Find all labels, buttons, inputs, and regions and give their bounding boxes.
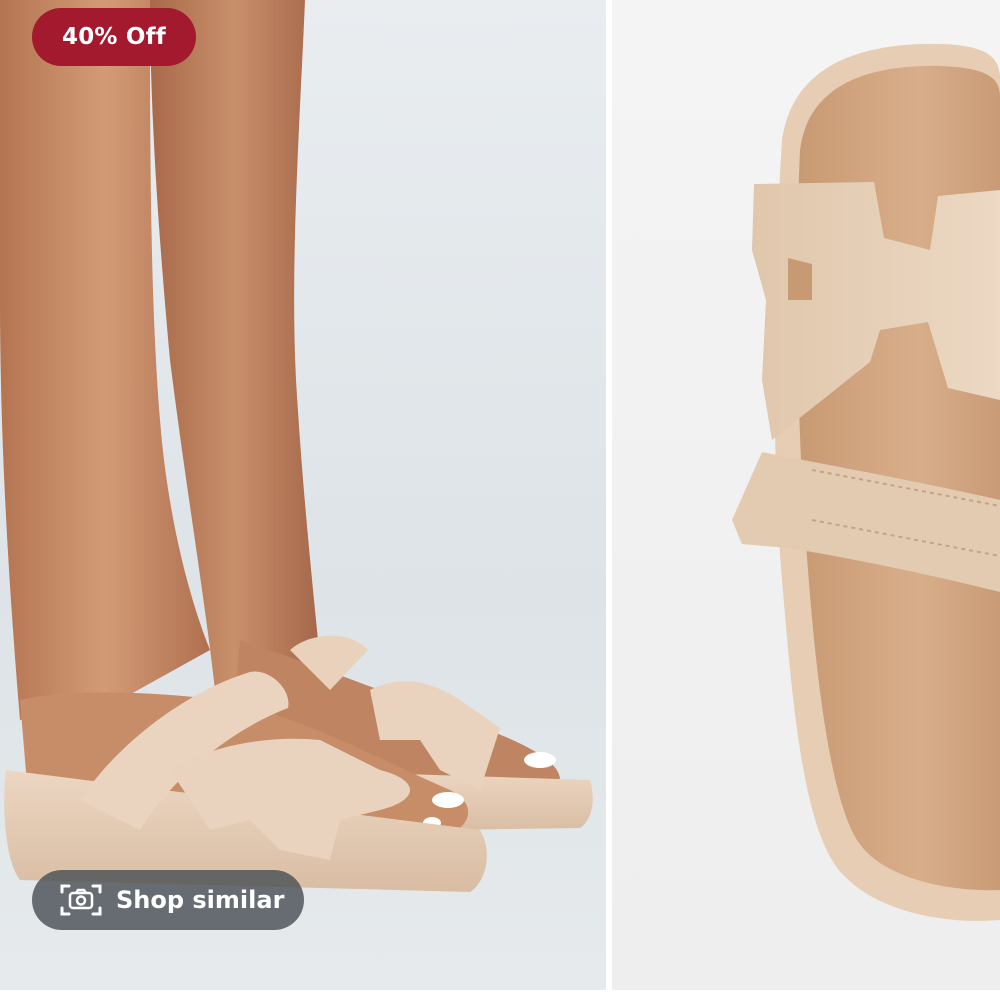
product-photo-model[interactable] [0, 0, 606, 990]
shop-similar-button[interactable]: Shop similar [32, 870, 304, 930]
product-image-gallery: 40% Off Shop similar [0, 0, 1000, 1000]
discount-badge: 40% Off [32, 8, 196, 66]
discount-badge-text: 40% Off [61, 24, 167, 50]
product-photo-closeup[interactable] [612, 0, 1000, 990]
camera-scan-icon [58, 881, 104, 919]
shop-similar-label: Shop similar [116, 886, 285, 914]
